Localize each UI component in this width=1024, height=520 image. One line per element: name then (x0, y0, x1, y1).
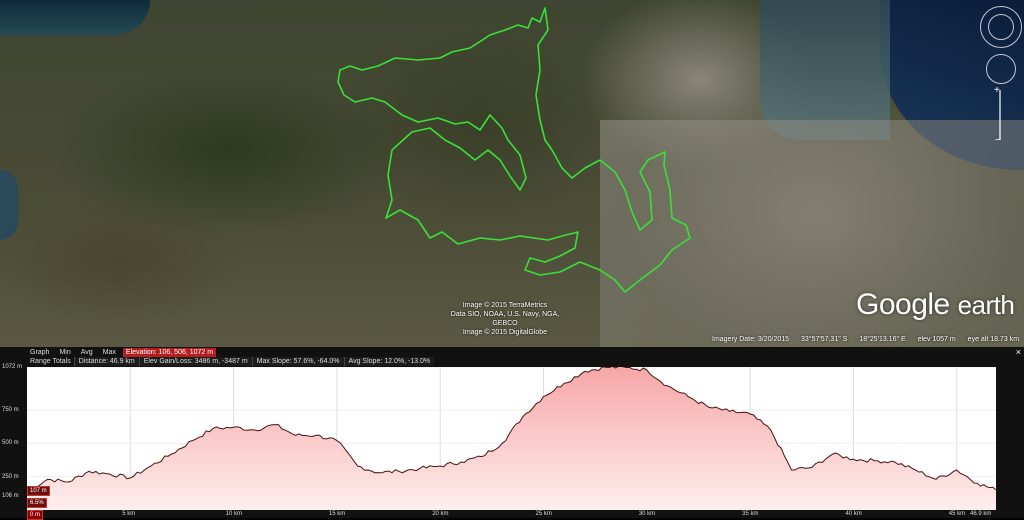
credit-line: Image © 2015 DigitalGlobe (462, 329, 548, 336)
logo-google-text: Google (856, 288, 950, 321)
credit-line: Image © 2015 TerraMetrics (462, 302, 548, 309)
x-tick-label: 20 km (432, 511, 449, 517)
x-tick-label: 30 km (638, 511, 656, 517)
profile-toolbar: Graph Min Avg Max Elevation: 106, 506, 1… (0, 347, 1024, 367)
cursor-slope-badge: 6.5% (27, 498, 47, 508)
track-path[interactable] (337, 7, 691, 293)
zero-elevation-badge: 0 m (27, 510, 44, 520)
elevation-profile-panel: Graph Min Avg Max Elevation: 106, 506, 1… (0, 347, 1024, 520)
image-credits: Image © 2015 TerraMetrics Data SIO, NOAA… (440, 301, 570, 337)
eye-altitude: eye alt 18.73 km (967, 336, 1020, 343)
elevation-readout: elev 1057 m (917, 336, 956, 343)
credit-line: Data SIO, NOAA, U.S. Navy, NGA, GEBCO (450, 311, 560, 327)
min-toggle[interactable]: Min (56, 348, 73, 357)
zoom-out-icon[interactable]: − (995, 136, 1001, 146)
look-joystick-inner[interactable] (988, 14, 1014, 40)
longitude: 18°25'13.16" E (859, 336, 906, 343)
distance-stat: Distance: 46.9 km (73, 357, 139, 366)
x-tick-label: 25 km (535, 511, 552, 517)
x-tick-label: 46.9 km (970, 511, 992, 517)
close-icon[interactable]: × (1016, 347, 1021, 357)
cursor-elevation-badge: 107 m (27, 486, 50, 496)
status-bar: Imagery Date: 3/20/2015 33°57'57.31" S 1… (712, 336, 1024, 343)
latitude: 33°57'57.31" S (801, 336, 848, 343)
zoom-in-icon[interactable]: + (994, 86, 1000, 96)
y-tick-label: 500 m (2, 440, 19, 447)
y-tick-label: 250 m (2, 473, 19, 480)
graph-label: Graph (30, 349, 50, 356)
x-tick-label: 40 km (845, 511, 862, 517)
y-tick-label: 106 m (2, 492, 19, 499)
x-tick-label: 5 km (122, 511, 136, 517)
logo-earth-text: earth (957, 290, 1015, 320)
x-tick-label: 35 km (742, 511, 759, 517)
avg-toggle[interactable]: Avg (78, 348, 96, 357)
x-tick-label: 45 km (948, 511, 966, 517)
x-tick-label: 15 km (328, 511, 346, 517)
max-toggle[interactable]: Max (100, 348, 119, 357)
y-tick-label: 1072 m (2, 364, 23, 370)
x-tick-label: 10 km (225, 511, 242, 517)
range-totals-row: Range Totals Distance: 46.9 km Elev Gain… (27, 357, 435, 366)
imagery-date: Imagery Date: 3/20/2015 (712, 336, 790, 343)
profile-stats-row: Graph Min Avg Max Elevation: 106, 506, 1… (27, 348, 217, 357)
max-slope-stat: Max Slope: 57.6%, -64.0% (251, 357, 344, 366)
google-earth-logo: Google earth (856, 288, 1015, 322)
avg-slope-stat: Avg Slope: 12.0%, -13.0% (343, 357, 435, 366)
zoom-slider[interactable] (999, 90, 1001, 140)
elevation-chart[interactable] (27, 367, 996, 510)
move-joystick[interactable] (986, 54, 1016, 84)
map-view[interactable]: + − Image © 2015 TerraMetrics Data SIO, … (0, 0, 1024, 347)
y-tick-label: 750 m (2, 406, 19, 413)
navigation-controls[interactable]: + − (978, 6, 1022, 146)
elevation-stat[interactable]: Elevation: 106, 506, 1072 m (122, 348, 217, 357)
elev-gain-stat: Elev Gain/Loss: 3486 m, -3487 m (138, 357, 252, 366)
range-totals-label: Range Totals (30, 358, 71, 365)
